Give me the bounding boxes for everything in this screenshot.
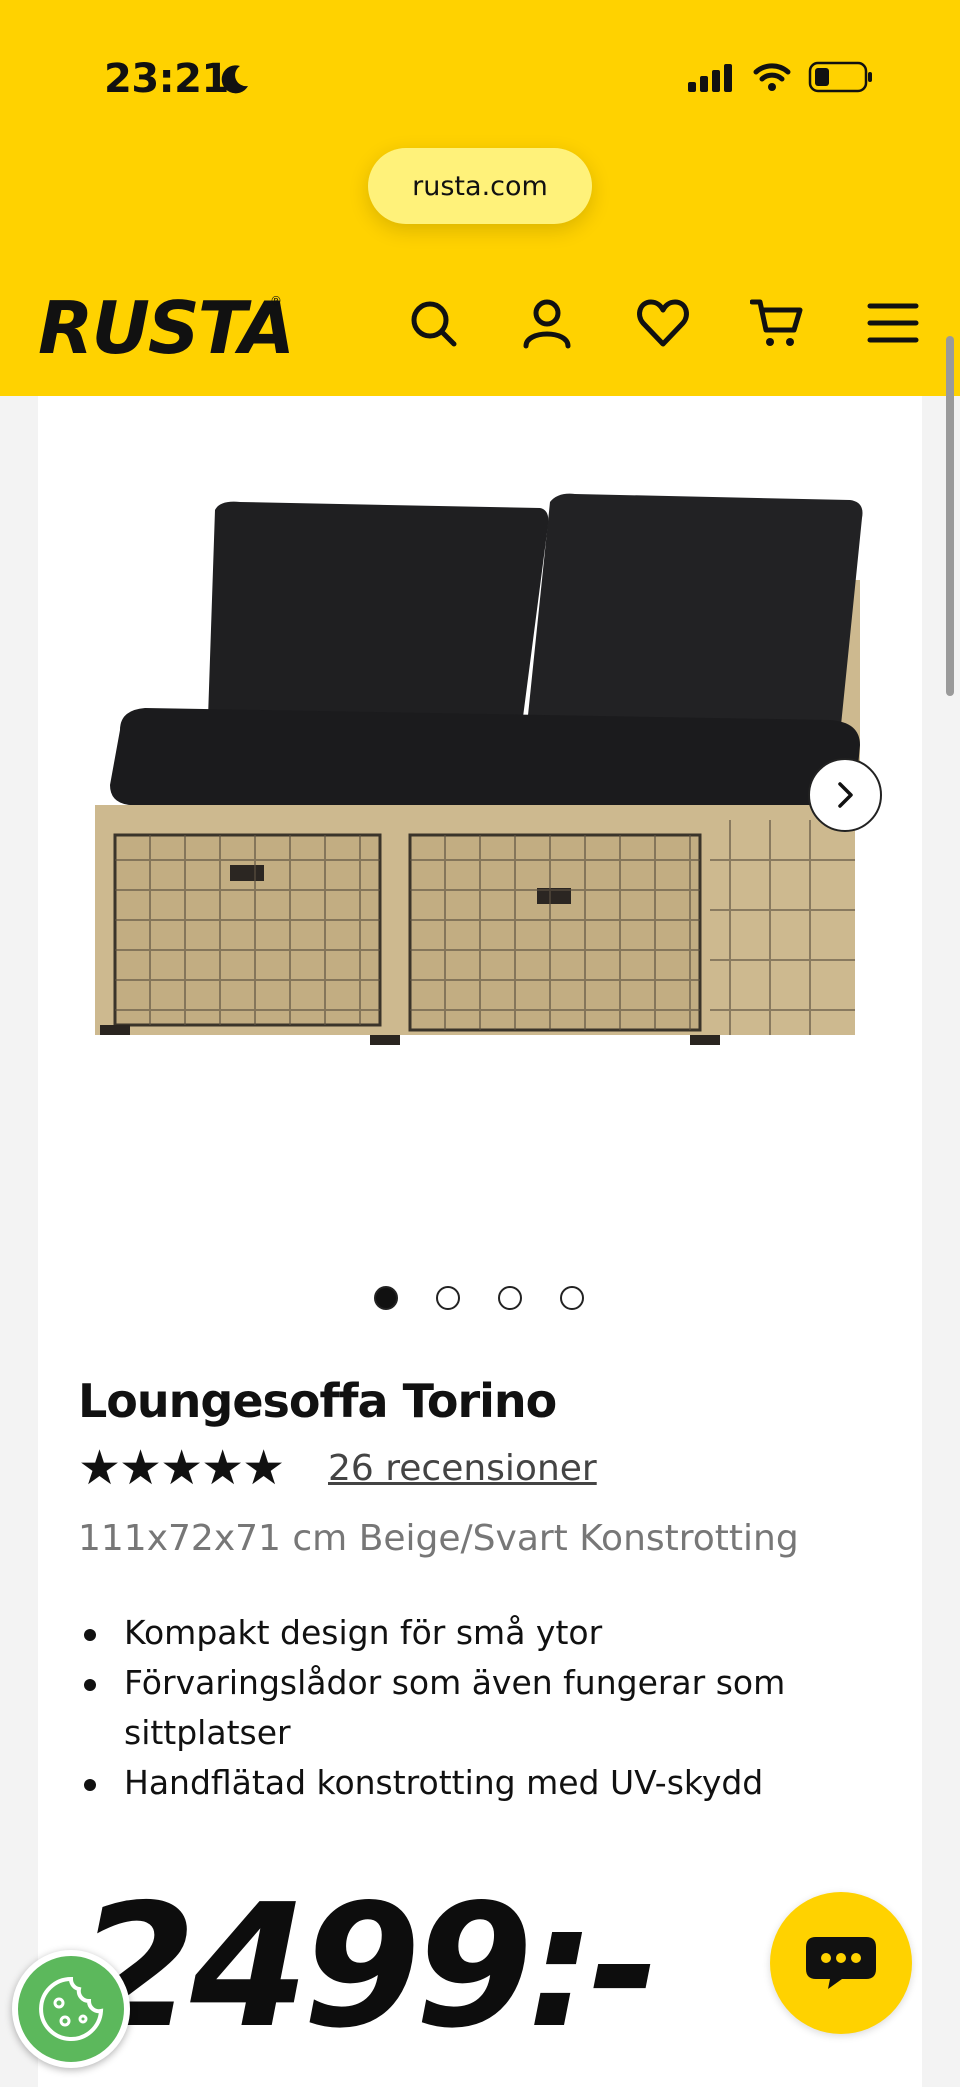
- heart-icon[interactable]: [636, 296, 690, 350]
- product-title: Loungesoffa Torino: [78, 1374, 557, 1428]
- feature-item: Kompakt design för små ytor: [78, 1608, 838, 1658]
- rusta-logo[interactable]: RUSTA: [38, 286, 295, 370]
- search-icon[interactable]: [406, 296, 460, 350]
- gallery-pagination: [374, 1286, 584, 1310]
- chevron-right-icon: [838, 782, 853, 808]
- feature-list: Kompakt design för små ytor Förvaringslå…: [78, 1608, 838, 1808]
- product-image[interactable]: [70, 480, 890, 1120]
- gallery-dot-3[interactable]: [498, 1286, 522, 1310]
- menu-icon[interactable]: [866, 296, 920, 350]
- signal-icon: [688, 64, 732, 92]
- chat-icon: [806, 1937, 876, 1989]
- chat-button[interactable]: [770, 1892, 912, 2034]
- status-time: 23:21: [104, 56, 229, 102]
- rating-stars: ★★★★★: [78, 1440, 285, 1496]
- url-bar[interactable]: rusta.com: [368, 148, 592, 224]
- scrollbar[interactable]: [946, 336, 954, 696]
- product-subtitle: 111x72x71 cm Beige/Svart Konstrotting: [78, 1518, 799, 1559]
- gallery-dot-4[interactable]: [560, 1286, 584, 1310]
- moon-icon: [221, 65, 248, 94]
- gallery-dot-1[interactable]: [374, 1286, 398, 1310]
- reviews-link[interactable]: 26 recensioner: [328, 1448, 597, 1489]
- logo-registered-mark: ®: [270, 294, 282, 308]
- account-icon[interactable]: [520, 296, 574, 350]
- feature-item: Handflätad konstrotting med UV-skydd: [78, 1758, 838, 1808]
- cookie-settings-button[interactable]: [12, 1950, 130, 2068]
- cookie-icon: [39, 1976, 104, 2041]
- product-price: 2499:-: [78, 1868, 660, 2066]
- wifi-icon: [753, 63, 791, 91]
- cart-icon[interactable]: [750, 296, 804, 350]
- feature-item: Förvaringslådor som även fungerar som si…: [78, 1658, 838, 1758]
- next-image-button[interactable]: [808, 758, 882, 832]
- gallery-dot-2[interactable]: [436, 1286, 460, 1310]
- battery-icon: [808, 61, 872, 93]
